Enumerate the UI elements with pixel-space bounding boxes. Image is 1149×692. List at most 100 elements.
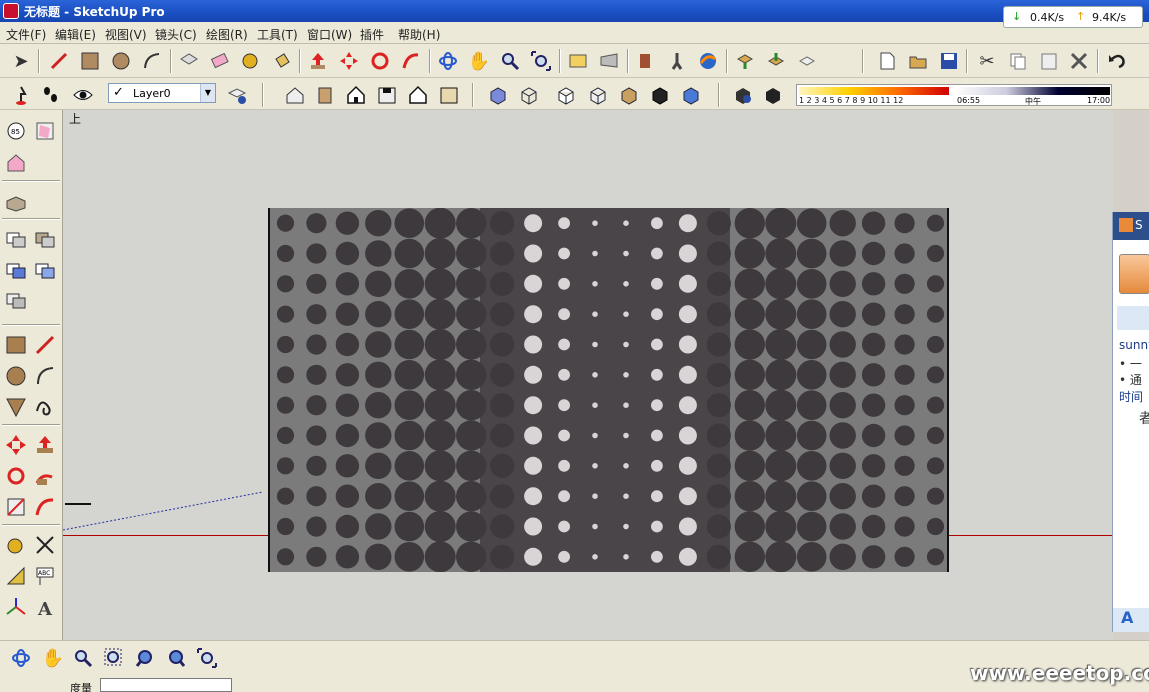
- zoom-icon[interactable]: [70, 645, 96, 671]
- right-view-icon[interactable]: [374, 82, 400, 108]
- section-plane-icon[interactable]: [8, 82, 34, 108]
- push-pull-icon[interactable]: [305, 48, 331, 74]
- follow-me-icon[interactable]: [398, 48, 424, 74]
- rotate-tool-icon[interactable]: [3, 463, 29, 489]
- circle-icon[interactable]: [108, 48, 134, 74]
- 3d-text-tool-icon[interactable]: A: [32, 594, 58, 620]
- component-icon[interactable]: [3, 190, 29, 216]
- look-around-icon[interactable]: [695, 48, 721, 74]
- house-icon[interactable]: [3, 150, 29, 176]
- arc-icon[interactable]: [139, 48, 165, 74]
- layer-dropdown[interactable]: ✓ Layer0 ▼: [108, 83, 216, 103]
- shaded-icon[interactable]: [585, 82, 611, 108]
- share-component-icon[interactable]: [794, 48, 820, 74]
- offset-tool-icon[interactable]: [32, 494, 58, 520]
- hidden-line-icon[interactable]: [553, 82, 579, 108]
- copy-icon[interactable]: [1005, 48, 1031, 74]
- push-pull-tool-icon[interactable]: [32, 432, 58, 458]
- dimension-tool-icon[interactable]: [32, 532, 58, 558]
- back-view-icon[interactable]: [405, 82, 431, 108]
- chat-tab-icon[interactable]: [1117, 306, 1149, 330]
- chevron-down-icon[interactable]: ▼: [200, 84, 215, 102]
- save-file-icon[interactable]: [936, 48, 962, 74]
- orbit-icon[interactable]: [8, 645, 34, 671]
- menu-file[interactable]: 文件(F): [6, 26, 46, 43]
- front-view-icon[interactable]: [343, 82, 369, 108]
- position-camera-icon[interactable]: [633, 48, 659, 74]
- component-3-icon[interactable]: [32, 226, 58, 252]
- orbit-tool-icon[interactable]: 85: [3, 118, 29, 144]
- date-slider[interactable]: [799, 87, 949, 95]
- zoom-extents-icon[interactable]: [528, 48, 554, 74]
- arc-tool-icon[interactable]: [32, 363, 58, 389]
- component-5-icon[interactable]: [32, 257, 58, 283]
- menu-view[interactable]: 视图(V): [105, 26, 147, 43]
- pencil-line-icon[interactable]: [46, 48, 72, 74]
- menu-draw[interactable]: 绘图(R): [206, 26, 248, 43]
- measurements-input[interactable]: [100, 678, 232, 692]
- zoom-icon[interactable]: [497, 48, 523, 74]
- wireframe-icon[interactable]: [516, 82, 542, 108]
- menu-help[interactable]: 帮助(H): [398, 26, 440, 43]
- menu-edit[interactable]: 编辑(E): [55, 26, 96, 43]
- circle-tool-icon[interactable]: [3, 363, 29, 389]
- paste-icon[interactable]: [1036, 48, 1062, 74]
- move-tool-icon[interactable]: [3, 432, 29, 458]
- share-model-icon[interactable]: [763, 48, 789, 74]
- new-file-icon[interactable]: [874, 48, 900, 74]
- shadow-info-icon[interactable]: [730, 82, 756, 108]
- perforated-panel[interactable]: [268, 208, 949, 572]
- protractor-tool-icon[interactable]: [3, 563, 29, 589]
- undo-icon[interactable]: [1104, 48, 1130, 74]
- left-view-icon[interactable]: [436, 82, 462, 108]
- rotate-icon[interactable]: [367, 48, 393, 74]
- iso-view-icon[interactable]: [282, 82, 308, 108]
- axes-tool-icon[interactable]: [3, 594, 29, 620]
- menu-camera[interactable]: 镜头(C): [155, 26, 197, 43]
- open-file-icon[interactable]: [905, 48, 931, 74]
- tape-measure-icon[interactable]: [238, 48, 264, 74]
- layer-manager-icon[interactable]: [224, 82, 250, 108]
- monochrome-blue-icon[interactable]: [678, 82, 704, 108]
- footprint-icon[interactable]: [38, 82, 64, 108]
- pan-hand-icon[interactable]: ✋: [466, 48, 492, 74]
- get-models-icon[interactable]: [732, 48, 758, 74]
- next-view-icon[interactable]: [596, 48, 622, 74]
- avatar[interactable]: [1119, 254, 1149, 294]
- menu-window[interactable]: 窗口(W): [307, 26, 352, 43]
- zoom-window-icon[interactable]: [101, 645, 127, 671]
- eye-icon[interactable]: [70, 82, 96, 108]
- previous-icon[interactable]: [132, 645, 158, 671]
- drawing-viewport[interactable]: 上: [63, 110, 1113, 640]
- walk-icon[interactable]: [664, 48, 690, 74]
- shadow-toggle-icon[interactable]: [760, 82, 786, 108]
- freehand-tool-icon[interactable]: [32, 394, 58, 420]
- delete-icon[interactable]: [1066, 48, 1092, 74]
- top-view-icon[interactable]: [312, 82, 338, 108]
- select-arrow-icon[interactable]: ➤: [8, 48, 34, 74]
- move-icon[interactable]: [336, 48, 362, 74]
- pan-icon[interactable]: ✋: [40, 645, 66, 671]
- section-box-icon[interactable]: [32, 118, 58, 144]
- component-4-icon[interactable]: [3, 257, 29, 283]
- component-2-icon[interactable]: [3, 226, 29, 252]
- shaded-texture-icon[interactable]: [616, 82, 642, 108]
- menu-tools[interactable]: 工具(T): [257, 26, 298, 43]
- pencil-tool-icon[interactable]: [32, 332, 58, 358]
- scale-tool-icon[interactable]: [3, 494, 29, 520]
- next-icon[interactable]: [163, 645, 189, 671]
- time-slider[interactable]: [955, 87, 1110, 95]
- menu-plugins[interactable]: 插件: [360, 26, 384, 43]
- monochrome-icon[interactable]: [647, 82, 673, 108]
- rectangle-tool-icon[interactable]: [3, 332, 29, 358]
- cut-icon[interactable]: ✂: [974, 48, 1000, 74]
- paint-bucket-icon[interactable]: [269, 48, 295, 74]
- shadow-settings-bar[interactable]: 1 2 3 4 5 6 7 8 9 10 11 12 06:55 中午 17:0…: [796, 84, 1112, 106]
- eraser-icon[interactable]: [207, 48, 233, 74]
- previous-view-icon[interactable]: [565, 48, 591, 74]
- font-button[interactable]: A: [1113, 608, 1149, 632]
- make-component-icon[interactable]: [176, 48, 202, 74]
- xray-icon[interactable]: [485, 82, 511, 108]
- zoom-extents-icon[interactable]: [194, 645, 220, 671]
- text-tool-icon[interactable]: ABC: [32, 563, 58, 589]
